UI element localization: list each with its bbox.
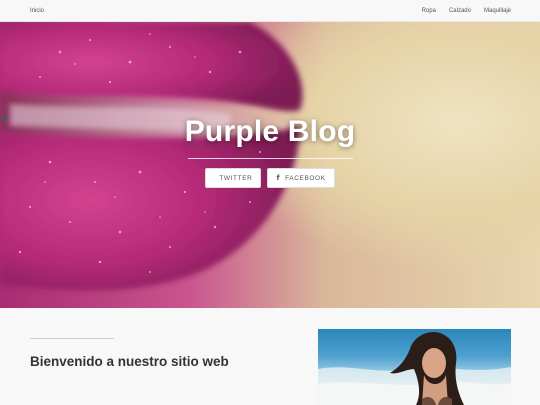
main-content: Bienvenido a nuestro sitio web: [0, 308, 540, 405]
nav-link-maquillaje[interactable]: Maquillaje: [484, 8, 511, 14]
facebook-button-label: FACEBOOK: [285, 174, 326, 182]
hero-title: Purple Blog: [184, 115, 356, 148]
social-buttons: TWITTER f FACEBOOK: [0, 115, 335, 188]
featured-image: [318, 329, 511, 405]
hero-content: Purple Blog TWITTER f FACEBOOK: [0, 115, 540, 188]
hero-divider: [187, 158, 353, 159]
nav-links: Ropa Calzado Maquillaje: [422, 8, 511, 14]
top-navbar: Inicio Ropa Calzado Maquillaje: [0, 0, 540, 22]
nav-link-calzado[interactable]: Calzado: [449, 8, 471, 14]
nav-home-link[interactable]: Inicio: [30, 8, 44, 14]
hero-banner: Purple Blog TWITTER f FACEBOOK: [0, 22, 540, 308]
twitter-button-label: TWITTER: [219, 174, 253, 182]
section-divider: [30, 338, 114, 339]
twitter-button[interactable]: TWITTER: [0, 115, 262, 188]
welcome-heading: Bienvenido a nuestro sitio web: [30, 354, 229, 369]
facebook-button[interactable]: f FACEBOOK: [267, 168, 335, 188]
nav-link-ropa[interactable]: Ropa: [422, 8, 436, 14]
facebook-icon: f: [276, 174, 281, 182]
